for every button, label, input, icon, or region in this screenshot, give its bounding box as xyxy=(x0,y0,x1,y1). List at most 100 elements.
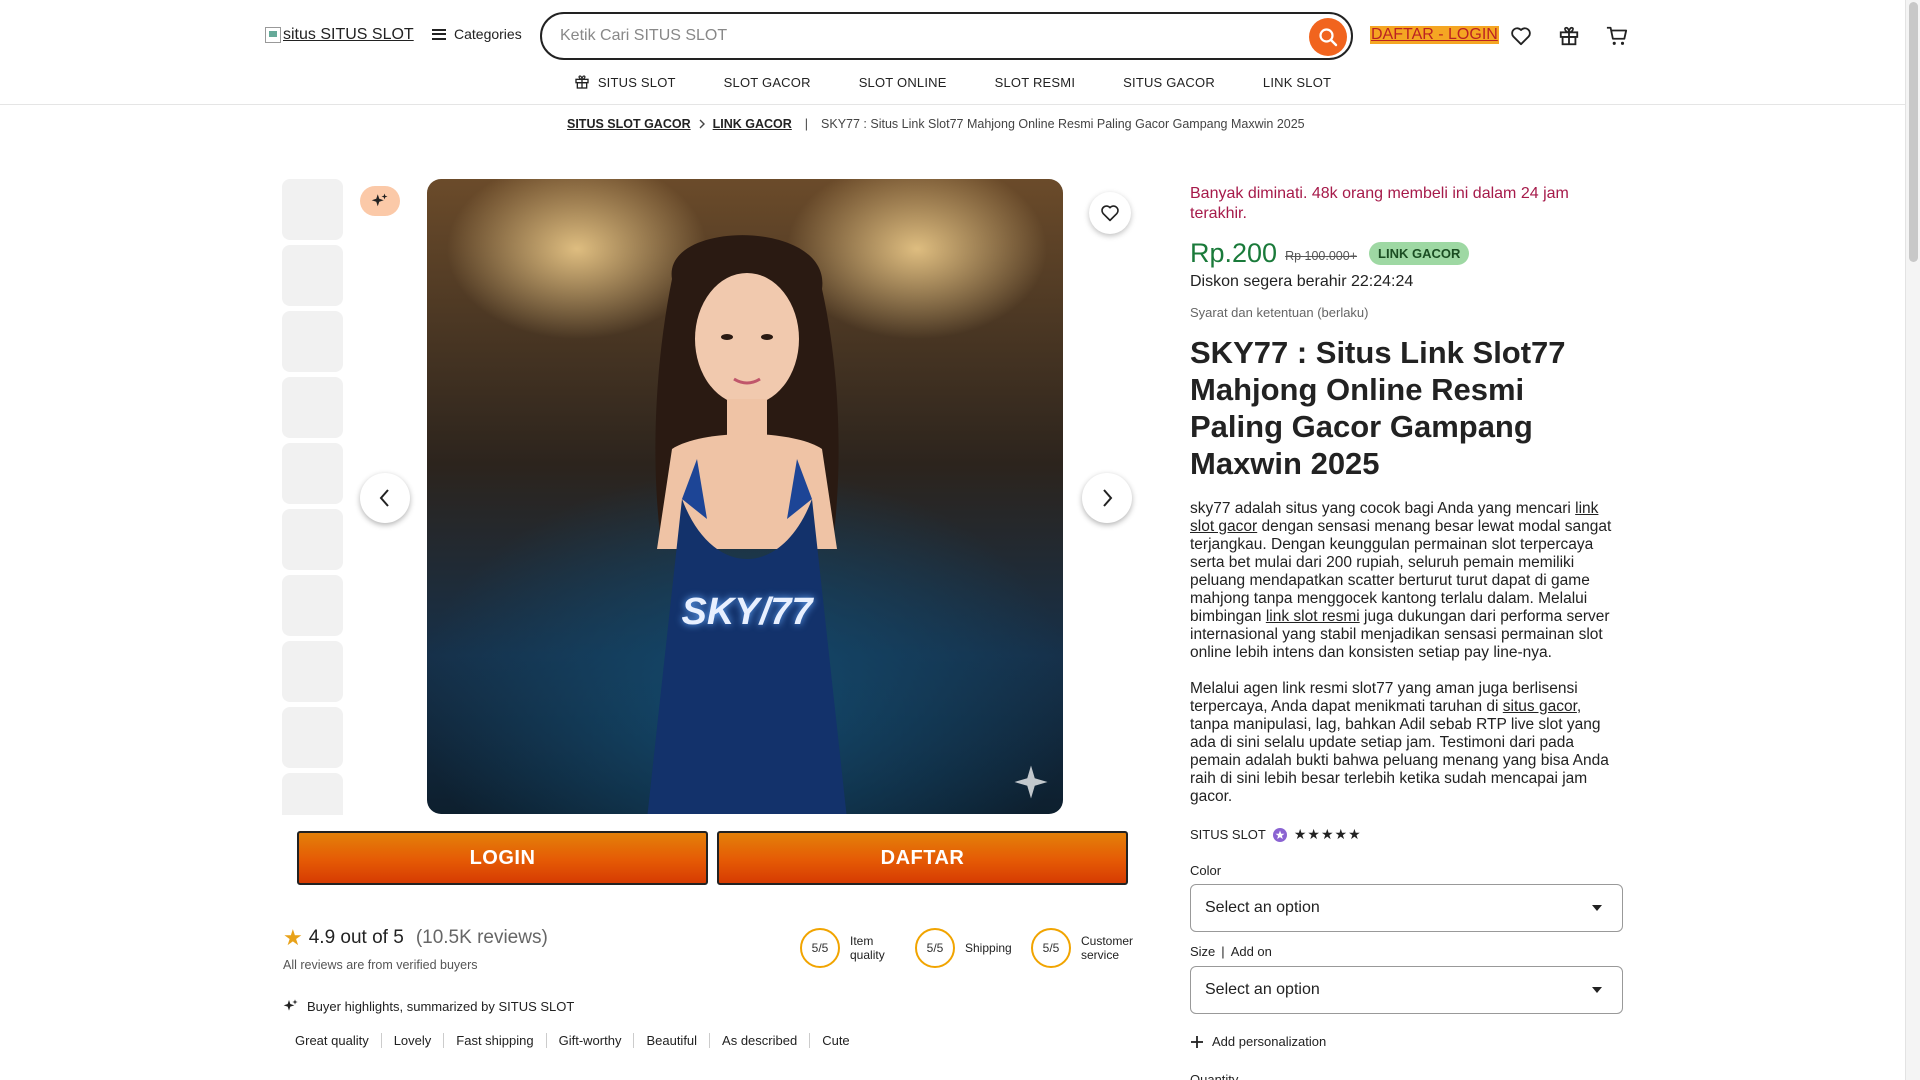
gallery-prev-button[interactable] xyxy=(360,473,410,523)
breadcrumb-separator: | xyxy=(804,117,809,131)
size-select-value: Select an option xyxy=(1205,981,1320,998)
chevron-left-icon xyxy=(379,489,389,507)
sparkle-icon xyxy=(283,999,298,1011)
highlight-tag[interactable]: Gift-worthy xyxy=(547,1033,635,1048)
seller-name[interactable]: SITUS SLOT xyxy=(1190,827,1266,842)
color-select[interactable]: Select an option xyxy=(1190,884,1623,932)
ai-sparkle-badge xyxy=(360,186,400,216)
color-select-value: Select an option xyxy=(1205,899,1320,916)
thumbnail-3[interactable] xyxy=(282,311,343,372)
rating-text: 4.9 out of 5 xyxy=(308,927,404,948)
nav-item-situs-slot[interactable]: SITUS SLOT xyxy=(574,70,676,94)
search-bar xyxy=(540,12,1353,60)
page-scrollbar[interactable] xyxy=(1905,0,1920,1080)
thumbnail-6[interactable] xyxy=(282,509,343,570)
logo-alt-text: situs SITUS SLOT xyxy=(283,26,414,43)
gift-button[interactable] xyxy=(1555,22,1583,50)
broken-image-icon xyxy=(265,27,281,43)
link-slot-resmi-link[interactable]: link slot resmi xyxy=(1266,608,1360,625)
highlight-tag[interactable]: Beautiful xyxy=(634,1033,711,1048)
product-info: Banyak diminati. 48k orang membeli ini d… xyxy=(1190,184,1622,806)
buyer-highlights-text: Buyer highlights, summarized by SITUS SL… xyxy=(307,998,575,1014)
score-item-quality: 5/5 Item quality xyxy=(800,928,906,968)
highlight-tag[interactable]: Fast shipping xyxy=(444,1033,547,1048)
price-badge: LINK GACOR xyxy=(1369,242,1470,265)
size-select[interactable]: Select an option xyxy=(1190,966,1623,1014)
nav-item-link-slot[interactable]: LINK SLOT xyxy=(1263,70,1331,94)
favorites-button[interactable] xyxy=(1507,22,1535,50)
gift-icon xyxy=(1559,26,1579,46)
label-separator: | xyxy=(1221,944,1225,959)
add-to-favorites-button[interactable] xyxy=(1089,192,1131,234)
heart-icon xyxy=(1511,27,1531,46)
popularity-notice: Banyak diminati. 48k orang membeli ini d… xyxy=(1190,185,1569,222)
nav-item-situs-gacor[interactable]: SITUS GACOR xyxy=(1123,70,1215,94)
gallery-next-button[interactable] xyxy=(1082,473,1132,523)
star-icon: ★ xyxy=(283,925,303,950)
highlight-tag[interactable]: Great quality xyxy=(283,1033,382,1048)
rating-summary: ★ 4.9 out of 5 (10.5K reviews) xyxy=(283,925,548,951)
thumbnail-4[interactable] xyxy=(282,377,343,438)
cart-button[interactable] xyxy=(1603,22,1631,50)
caret-down-icon xyxy=(1592,987,1602,993)
verified-note: All reviews are from verified buyers xyxy=(283,958,478,972)
breadcrumb-link-link-gacor[interactable]: LINK GACOR xyxy=(713,117,792,131)
hero-brand-text: SKY/77 xyxy=(681,591,813,633)
thumbnail-1[interactable] xyxy=(282,179,343,240)
nav-item-slot-online[interactable]: SLOT ONLINE xyxy=(859,70,947,94)
thumbnail-8[interactable] xyxy=(282,641,343,702)
terms-link[interactable]: Syarat dan ketentuan (berlaku) xyxy=(1190,305,1622,320)
highlight-tag[interactable]: Cute xyxy=(810,1033,861,1048)
register-login-link[interactable]: DAFTAR - LOGIN xyxy=(1370,26,1499,44)
nav-item-slot-gacor[interactable]: SLOT GACOR xyxy=(724,70,811,94)
thumbnail-5[interactable] xyxy=(282,443,343,504)
product-title: SKY77 : Situs Link Slot77 Mahjong Online… xyxy=(1190,335,1566,481)
sparkle-icon xyxy=(371,193,388,207)
size-addon-label: Add on xyxy=(1230,944,1272,959)
breadcrumb-link-situs-slot-gacor[interactable]: SITUS SLOT GACOR xyxy=(567,117,691,131)
product-description-2: Melalui agen link resmi slot77 yang aman… xyxy=(1190,680,1622,806)
price-row: Rp.200 Rp 100.000+ LINK GACOR xyxy=(1190,238,1622,269)
size-label: Size xyxy=(1190,944,1216,959)
nav-item-slot-resmi[interactable]: SLOT RESMI xyxy=(995,70,1076,94)
site-header: situs SITUS SLOT Categories DAFTAR - LOG… xyxy=(0,0,1905,105)
star-seller-badge-icon xyxy=(1272,827,1287,842)
search-input[interactable] xyxy=(560,14,1280,58)
quantity-label: Quantity xyxy=(1190,1072,1239,1080)
login-button[interactable]: LOGIN xyxy=(297,831,708,885)
thumbnail-7[interactable] xyxy=(282,575,343,636)
sparkle-icon xyxy=(1014,765,1048,799)
original-price: Rp 100.000+ xyxy=(1285,248,1358,263)
thumbnail-9[interactable] xyxy=(282,707,343,768)
menu-icon xyxy=(432,28,446,40)
thumbnail-2[interactable] xyxy=(282,245,343,306)
register-button[interactable]: DAFTAR xyxy=(717,831,1128,885)
add-personalization-button[interactable]: Add personalization xyxy=(1190,1034,1326,1049)
highlight-tags: Great quality Lovely Fast shipping Gift-wor… xyxy=(283,1033,862,1048)
color-label: Color xyxy=(1190,863,1222,878)
scrollbar-thumb[interactable] xyxy=(1909,2,1918,262)
score-shipping: 5/5 Shipping xyxy=(915,928,1021,968)
situs-gacor-link[interactable]: situs gacor xyxy=(1503,698,1577,715)
heart-icon xyxy=(1101,205,1119,222)
nav-item-label: SITUS SLOT xyxy=(597,74,676,90)
score-value: 5/5 xyxy=(800,928,840,968)
highlight-tag[interactable]: As described xyxy=(710,1033,811,1048)
search-button[interactable] xyxy=(1309,18,1347,56)
categories-button[interactable]: Categories xyxy=(432,26,522,42)
size-label-row: Size | Add on xyxy=(1190,944,1272,959)
chevron-right-icon xyxy=(1103,489,1113,507)
price: Rp.200 xyxy=(1190,238,1278,268)
gift-icon xyxy=(575,75,589,89)
highlight-tag[interactable]: Lovely xyxy=(382,1033,445,1048)
chevron-right-icon xyxy=(699,119,705,129)
review-count: (10.5K reviews) xyxy=(415,927,548,948)
thumbnail-10[interactable] xyxy=(282,773,343,815)
product-main-image[interactable]: SKY/77 xyxy=(427,179,1063,814)
breadcrumb-current: SKY77 : Situs Link Slot77 Mahjong Online… xyxy=(821,117,1305,131)
model-figure-illustration xyxy=(647,235,847,814)
score-value: 5/5 xyxy=(1031,928,1071,968)
category-nav: SITUS SLOT SLOT GACOR SLOT ONLINE SLOT R… xyxy=(0,70,1905,94)
score-customer-service: 5/5 Customer service xyxy=(1031,928,1137,968)
site-logo[interactable]: situs SITUS SLOT xyxy=(265,26,414,44)
